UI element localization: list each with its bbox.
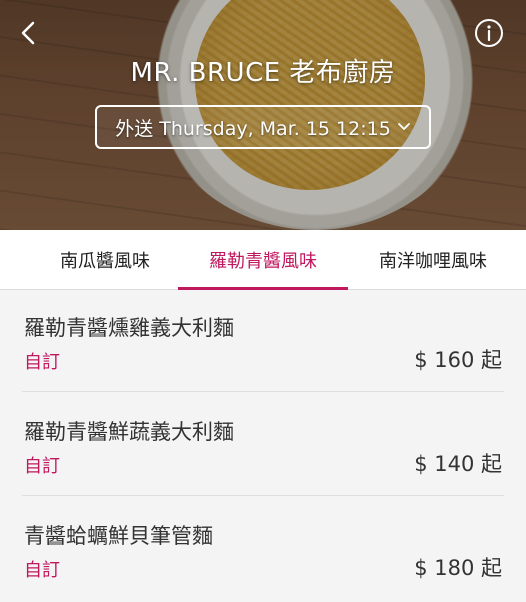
tab-pumpkin-sauce[interactable]: 南瓜醬風味 (20, 230, 190, 290)
delivery-time-selector[interactable]: 外送 Thursday, Mar. 15 12:15 (95, 105, 431, 149)
category-tabs: 味 南瓜醬風味 羅勒青醬風味 南洋咖哩風味 (0, 230, 526, 290)
item-name: 羅勒青醬燻雞義大利麵 (24, 316, 234, 340)
item-customize-tag: 自訂 (24, 560, 60, 581)
menu-item[interactable]: 羅勒青醬燻雞義大利麵 自訂 $ 160 起 (0, 290, 526, 394)
hero-banner: MR. BRUCE 老布廚房 外送 Thursday, Mar. 15 12:1… (0, 0, 526, 230)
tab-partial[interactable]: 味 (0, 230, 8, 290)
info-icon (475, 19, 503, 47)
delivery-label: 外送 Thursday, Mar. 15 12:15 (115, 117, 391, 140)
tab-nanyang-curry[interactable]: 南洋咖哩風味 (348, 230, 518, 290)
item-price: $ 180 起 (414, 556, 502, 580)
item-customize-tag: 自訂 (24, 456, 60, 477)
divider (22, 391, 504, 392)
restaurant-title: MR. BRUCE 老布廚房 (130, 58, 396, 88)
chevron-down-icon (397, 123, 410, 130)
item-price: $ 140 起 (414, 452, 502, 476)
info-button[interactable] (474, 18, 504, 48)
item-name: 羅勒青醬鮮蔬義大利麵 (24, 420, 234, 444)
menu-item[interactable]: 青醬蛤蠣鮮貝筆管麵 自訂 $ 180 起 (0, 498, 526, 602)
menu-list: 羅勒青醬燻雞義大利麵 自訂 $ 160 起 羅勒青醬鮮蔬義大利麵 自訂 $ 14… (0, 290, 526, 600)
tab-basil-pesto[interactable]: 羅勒青醬風味 (178, 230, 348, 290)
item-customize-tag: 自訂 (24, 352, 60, 373)
item-name: 青醬蛤蠣鮮貝筆管麵 (24, 524, 213, 548)
divider (22, 495, 504, 496)
back-button[interactable] (14, 18, 44, 48)
chevron-left-icon (21, 21, 35, 45)
item-price: $ 160 起 (414, 348, 502, 372)
menu-item[interactable]: 羅勒青醬鮮蔬義大利麵 自訂 $ 140 起 (0, 394, 526, 498)
